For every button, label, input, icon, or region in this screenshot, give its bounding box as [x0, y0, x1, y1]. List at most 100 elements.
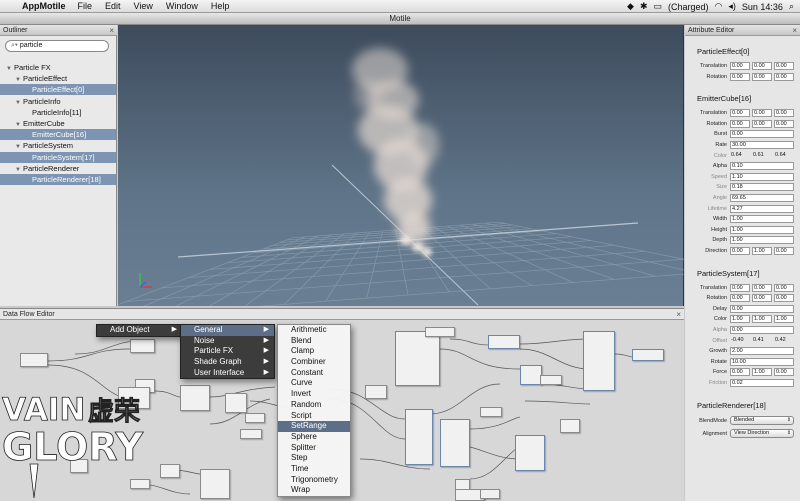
outliner-item[interactable]: ▼ ParticleRenderer	[0, 163, 116, 174]
attribute-field[interactable]: 2.00	[730, 347, 794, 356]
graph-node[interactable]	[130, 339, 155, 353]
graph-node[interactable]	[560, 419, 580, 433]
menu-item-arithmetic[interactable]: Arithmetic	[278, 325, 350, 336]
battery-icon[interactable]: ▭	[653, 1, 662, 12]
graph-node[interactable]	[245, 413, 265, 423]
outliner-item[interactable]: ▼ ParticleInfo	[0, 96, 116, 107]
attribute-field[interactable]: 30.00	[730, 141, 794, 149]
attribute-field[interactable]: 1.00	[730, 225, 794, 234]
graph-node[interactable]	[480, 407, 502, 417]
graph-node[interactable]	[240, 429, 262, 439]
attribute-field[interactable]: 10.00	[730, 357, 794, 366]
outliner-item[interactable]: ParticleInfo[11]	[0, 107, 116, 118]
attribute-field[interactable]: 1.10	[730, 172, 794, 181]
menu-item-combiner[interactable]: Combiner	[278, 357, 350, 368]
close-icon[interactable]: ×	[792, 25, 797, 36]
attribute-field[interactable]: 1.00	[730, 315, 750, 324]
menu-item-time[interactable]: Time	[278, 464, 350, 475]
menu-item-general[interactable]: General ▶	[181, 325, 274, 336]
attribute-field[interactable]: 1.00	[752, 247, 772, 255]
3d-viewport[interactable]	[77, 25, 739, 321]
attribute-field[interactable]: 0.00	[774, 368, 794, 377]
attribute-field[interactable]: 0.00	[774, 283, 794, 292]
battery-status[interactable]: (Charged)	[668, 2, 709, 12]
menu-edit[interactable]: Edit	[105, 1, 121, 11]
attribute-field[interactable]: 1.00	[774, 315, 794, 324]
attribute-field[interactable]: 4.27	[730, 204, 794, 213]
attribute-field[interactable]: 0.00	[774, 62, 794, 70]
attribute-field[interactable]: 0.00	[774, 109, 794, 118]
outliner-item[interactable]: ParticleRenderer[18]	[0, 174, 116, 185]
menu-item-clamp[interactable]: Clamp	[278, 346, 350, 357]
graph-node[interactable]	[520, 365, 542, 385]
clock[interactable]: Sun 14:36	[742, 2, 783, 12]
attribute-field[interactable]: 0.00	[774, 294, 794, 303]
menu-item-splitter[interactable]: Splitter	[278, 443, 350, 454]
outliner-item[interactable]: ▼ EmitterCube	[0, 118, 116, 129]
graph-node[interactable]	[395, 331, 440, 386]
attribute-field[interactable]: 0.00	[752, 283, 772, 292]
attribute-field[interactable]: 0.00	[752, 294, 772, 303]
menu-item-trigonometry[interactable]: Trigonometry	[278, 475, 350, 486]
menu-help[interactable]: Help	[211, 1, 230, 11]
menu-item-wrap[interactable]: Wrap	[278, 485, 350, 496]
attribute-field[interactable]: 0.00	[730, 304, 794, 313]
graph-node[interactable]	[70, 459, 88, 473]
menu-file[interactable]: File	[78, 1, 93, 11]
attribute-field[interactable]: 0.00	[774, 72, 794, 81]
section-title[interactable]: EmitterCube[16]	[697, 94, 751, 103]
graph-node[interactable]	[365, 385, 387, 399]
graph-node[interactable]	[632, 349, 664, 361]
menu-item-setrange[interactable]: SetRange	[278, 421, 350, 432]
graph-node[interactable]	[583, 331, 615, 391]
menu-item-add-object[interactable]: Add Object ▶	[97, 325, 182, 336]
attribute-field[interactable]: 0.00	[730, 130, 794, 139]
menu-window[interactable]: Window	[166, 1, 198, 11]
menu-view[interactable]: View	[134, 1, 153, 11]
attribute-field[interactable]: 0.00	[730, 109, 750, 118]
attribute-field[interactable]: 0.00	[752, 72, 772, 81]
outliner-item[interactable]: ▼ ParticleEffect	[0, 73, 116, 84]
dropdown-select[interactable]: Blended ⇕	[730, 415, 794, 425]
volume-icon[interactable]: ◂)	[728, 1, 736, 12]
graph-node[interactable]	[405, 409, 433, 465]
search-input[interactable]: ⌕▾ particle	[5, 40, 109, 52]
menu-item-blend[interactable]: Blend	[278, 336, 350, 347]
graph-node[interactable]	[440, 419, 470, 467]
graph-node[interactable]	[488, 335, 520, 349]
outliner-item[interactable]: ParticleEffect[0]	[0, 84, 116, 96]
dropdown-select[interactable]: View Direction ⇕	[730, 428, 794, 438]
menu-item-noise[interactable]: Noise ▶	[181, 336, 274, 347]
graph-node[interactable]	[130, 479, 150, 489]
attribute-field[interactable]: 0.00	[774, 119, 794, 128]
menu-item-sphere[interactable]: Sphere	[278, 432, 350, 443]
outliner-item[interactable]: ▼ Particle FX	[0, 62, 116, 73]
attribute-field[interactable]: 0.18	[730, 183, 794, 192]
attribute-field[interactable]: 0.00	[730, 62, 750, 70]
menu-item-curve[interactable]: Curve	[278, 378, 350, 389]
attribute-field[interactable]: 1.00	[752, 368, 772, 377]
outliner-item[interactable]: EmitterCube[16]	[0, 129, 116, 141]
attribute-field[interactable]: 1.00	[730, 236, 794, 245]
attribute-field[interactable]: 0.00	[752, 109, 772, 118]
app-menu[interactable]: AppMotile	[22, 1, 66, 11]
menu-item-constant[interactable]: Constant	[278, 368, 350, 379]
section-title[interactable]: ParticleSystem[17]	[697, 269, 760, 278]
menu-item-user-interface[interactable]: User Interface ▶	[181, 368, 274, 379]
attribute-field[interactable]: 0.00	[730, 294, 750, 303]
menu-item-particle-fx[interactable]: Particle FX ▶	[181, 346, 274, 357]
section-title[interactable]: ParticleEffect[0]	[697, 47, 749, 56]
close-icon[interactable]: ×	[109, 25, 114, 36]
attribute-field[interactable]: 1.00	[752, 315, 772, 324]
graph-node[interactable]	[540, 375, 562, 385]
spotlight-icon[interactable]: ⌕	[789, 1, 794, 12]
outliner-item[interactable]: ▼ ParticleSystem	[0, 140, 116, 151]
menu-item-invert[interactable]: Invert	[278, 389, 350, 400]
attribute-field[interactable]: 0.00	[730, 119, 750, 128]
attribute-field[interactable]: 0.10	[730, 162, 794, 171]
graph-node[interactable]	[118, 387, 150, 409]
graph-node[interactable]	[480, 489, 500, 499]
attribute-field[interactable]: 0.00	[730, 247, 750, 255]
graph-node[interactable]	[225, 393, 247, 413]
menu-item-random[interactable]: Random	[278, 400, 350, 411]
